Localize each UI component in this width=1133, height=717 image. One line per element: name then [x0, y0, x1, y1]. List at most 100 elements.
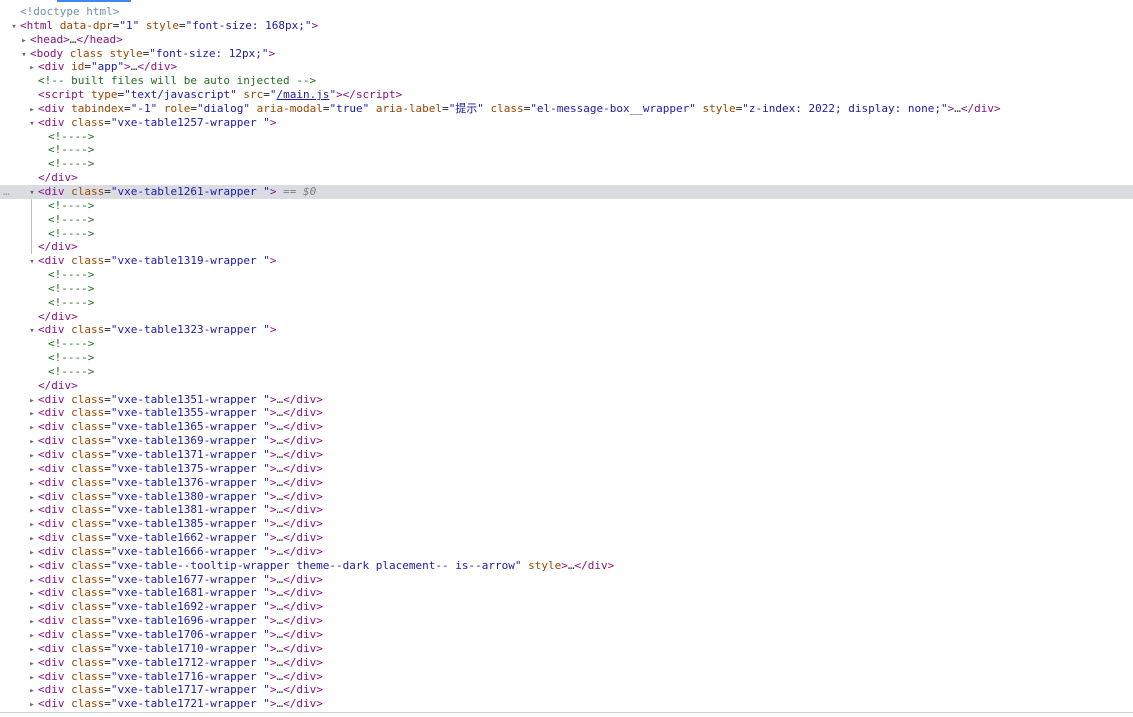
- attribute-name-token: class: [64, 115, 105, 129]
- dom-tree-row[interactable]: <script type="text/javascript" src="/mai…: [0, 88, 1133, 102]
- tag-token: </div>: [283, 627, 323, 641]
- tag-token: <div: [38, 544, 65, 558]
- dom-tree-row[interactable]: <!---->: [0, 143, 1133, 157]
- dom-tree-row[interactable]: ▸ <div class="vxe-table1706-wrapper ">…</…: [0, 628, 1133, 642]
- dom-tree-row[interactable]: <!---->: [0, 282, 1133, 296]
- dom-tree-row[interactable]: ▸ <div class="vxe-table1371-wrapper ">…</…: [0, 448, 1133, 462]
- attribute-name-token: class: [64, 406, 105, 420]
- dom-tree-row[interactable]: <!---->: [0, 351, 1133, 365]
- attribute-name-token: class: [64, 683, 105, 697]
- attribute-value-token: "vxe-table1351-wrapper ": [110, 392, 270, 406]
- punctuation-token: =: [263, 88, 270, 102]
- dom-tree-row[interactable]: </div>: [0, 379, 1133, 393]
- expand-arrow-collapsed-icon[interactable]: ▸: [26, 699, 38, 713]
- tag-token: >: [311, 18, 319, 32]
- dom-tree-row[interactable]: ▸ <div class="vxe-table1365-wrapper ">…</…: [0, 420, 1133, 434]
- attribute-name-token: class: [64, 461, 105, 475]
- selected-node-marker: == $0: [276, 184, 317, 198]
- attribute-name-token: class: [64, 254, 105, 268]
- dom-tree-row[interactable]: ▸ <div class="vxe-table1355-wrapper ">…</…: [0, 406, 1133, 420]
- dom-tree-row[interactable]: <!---->: [0, 198, 1133, 213]
- tag-token: >: [124, 60, 131, 74]
- tag-token: <div: [38, 655, 65, 669]
- attribute-name-token: class: [64, 641, 105, 655]
- dom-tree-row[interactable]: ▾ <div class="vxe-table1323-wrapper ">: [0, 323, 1133, 337]
- attribute-value-token: "vxe-table1261-wrapper ": [110, 184, 270, 198]
- dom-tree-row[interactable]: ▸ <div class="vxe-table1381-wrapper ">…</…: [0, 503, 1133, 517]
- dom-tree-row[interactable]: ▸ <div class="vxe-table1369-wrapper ">…</…: [0, 434, 1133, 448]
- tag-token: >: [269, 254, 277, 268]
- tag-token: </div>: [38, 378, 78, 392]
- collapsed-content-ellipsis[interactable]: …: [954, 102, 961, 115]
- dom-tree-row[interactable]: ▾ <html data-dpr="1" style="font-size: 16…: [0, 19, 1133, 33]
- dom-tree-row[interactable]: ▸ <div class="vxe-table1692-wrapper ">…</…: [0, 600, 1133, 614]
- attribute-name-token: class: [64, 669, 105, 683]
- dom-tree-row[interactable]: ▸ <div id="app">…</div>: [0, 60, 1133, 74]
- attribute-value-token: "vxe-table1380-wrapper ": [110, 489, 270, 503]
- attribute-name-token: id: [64, 60, 85, 74]
- row-options-dots-icon[interactable]: …: [3, 185, 11, 199]
- dom-tree-row-selected[interactable]: … ▾ <div class="vxe-table1261-wrapper "> =…: [0, 184, 1133, 199]
- dom-tree-row[interactable]: <!---->: [0, 212, 1133, 227]
- tag-token: <div: [38, 517, 65, 531]
- punctuation-token: =: [84, 60, 91, 74]
- dom-tree-row[interactable]: <!---->: [0, 268, 1133, 282]
- tag-token: </div>: [283, 503, 323, 517]
- tag-token: <div: [38, 392, 65, 406]
- dom-tree-row[interactable]: ▸ <div class="vxe-table1376-wrapper ">…</…: [0, 476, 1133, 490]
- tag-token: <div: [38, 115, 65, 129]
- tag-token: <div: [38, 489, 65, 503]
- dom-tree-row[interactable]: ▾ <div class="vxe-table1257-wrapper ">: [0, 116, 1133, 130]
- punctuation-token: =: [104, 627, 111, 641]
- dom-tree-row[interactable]: ▸ <div class="vxe-table1351-wrapper ">…</…: [0, 393, 1133, 407]
- dom-tree-row[interactable]: ▸ <div class="vxe-table1721-wrapper ">…</…: [0, 697, 1133, 711]
- dom-tree-row[interactable]: <!---->: [0, 337, 1133, 351]
- dom-tree-row[interactable]: ▾ <body class style="font-size: 12px;">: [0, 47, 1133, 61]
- attribute-name-token: class: [64, 475, 105, 489]
- tag-token: </div>: [283, 420, 323, 434]
- dom-tree-row[interactable]: ▸ <head>…</head>: [0, 33, 1133, 47]
- tag-token: </div>: [283, 600, 323, 614]
- dom-tree-row[interactable]: ▸ <div class="vxe-table1380-wrapper ">…</…: [0, 490, 1133, 504]
- dom-tree-row[interactable]: ▸ <div class="vxe-table1716-wrapper ">…</…: [0, 670, 1133, 684]
- dom-tree-row[interactable]: <!-- built files will be auto injected -…: [0, 74, 1133, 88]
- comment-token: <!---->: [48, 198, 95, 212]
- attribute-name-token: class: [64, 586, 105, 600]
- dom-tree-row[interactable]: <!---->: [0, 296, 1133, 310]
- dom-tree-row[interactable]: ▸ <div class="vxe-table1677-wrapper ">…</…: [0, 573, 1133, 587]
- dom-tree-row[interactable]: </div>: [0, 240, 1133, 255]
- dom-tree-row[interactable]: <!---->: [0, 157, 1133, 171]
- comment-token: <!---->: [48, 157, 95, 171]
- punctuation-token: =: [104, 420, 111, 434]
- dom-tree-row[interactable]: </div>: [0, 310, 1133, 324]
- dom-tree-row[interactable]: ▸ <div class="vxe-table1375-wrapper ">…</…: [0, 462, 1133, 476]
- dom-tree-row[interactable]: ▸ <div class="vxe-table1710-wrapper ">…</…: [0, 642, 1133, 656]
- dom-tree-row[interactable]: ▸ <div class="vxe-table1662-wrapper ">…</…: [0, 531, 1133, 545]
- dom-tree-row[interactable]: ▸ <div class="vxe-table1666-wrapper ">…</…: [0, 545, 1133, 559]
- punctuation-token: =: [104, 448, 111, 461]
- tag-token: <div: [38, 101, 65, 115]
- dom-tree-row[interactable]: ▸ <div class="vxe-table1681-wrapper ">…</…: [0, 586, 1133, 600]
- dom-tree-row[interactable]: ▸ <div class="vxe-table1712-wrapper ">…</…: [0, 656, 1133, 670]
- dom-tree-row[interactable]: <!---->: [0, 226, 1133, 241]
- dom-tree-row[interactable]: ▸ <div class="vxe-table1696-wrapper ">…</…: [0, 614, 1133, 628]
- attribute-value-token: "vxe-table1375-wrapper ": [110, 461, 270, 475]
- attribute-name-token: class: [64, 434, 105, 448]
- dom-tree-row[interactable]: <!---->: [0, 365, 1133, 379]
- attribute-value-token: "vxe-table1692-wrapper ": [110, 600, 270, 614]
- attribute-value-token: "vxe-table1677-wrapper ": [110, 572, 270, 586]
- resource-link[interactable]: /main.js: [276, 88, 329, 101]
- dom-tree-row[interactable]: ▸ <div class="vxe-table1717-wrapper ">…</…: [0, 683, 1133, 697]
- dom-tree-row[interactable]: ▸ <div class="vxe-table--tooltip-wrapper …: [0, 559, 1133, 573]
- tag-token: </div>: [283, 517, 323, 531]
- attribute-value-token: "true": [329, 101, 370, 115]
- tag-token: </div>: [38, 171, 78, 185]
- punctuation-token: =: [104, 655, 111, 669]
- dom-tree-row[interactable]: ▸ <div class="vxe-table1385-wrapper ">…</…: [0, 517, 1133, 531]
- dom-tree-row[interactable]: </div>: [0, 171, 1133, 185]
- dom-tree-row[interactable]: <!---->: [0, 130, 1133, 144]
- bottom-divider: [0, 712, 1133, 713]
- dom-tree-row[interactable]: <!doctype html>: [0, 5, 1133, 19]
- dom-tree-row[interactable]: ▸ <div tabindex="-1" role="dialog" aria-m…: [0, 102, 1133, 116]
- dom-tree-row[interactable]: ▾ <div class="vxe-table1319-wrapper ">: [0, 254, 1133, 268]
